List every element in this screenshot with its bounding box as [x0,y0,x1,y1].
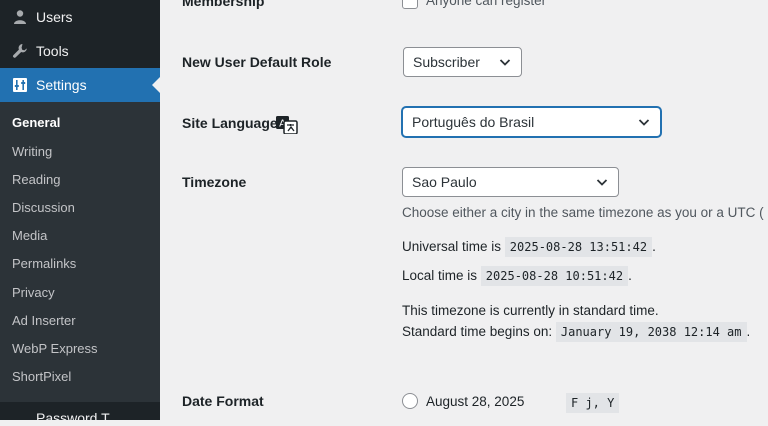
submenu-reading[interactable]: Reading [12,172,60,187]
submenu-webp-express[interactable]: WebP Express [12,341,98,356]
membership-label: Membership [182,0,265,9]
menu-item-tools[interactable]: Tools [0,34,160,68]
local-time-value: 2025-08-28 10:51:42 [480,266,629,286]
settings-submenu: General Writing Reading Discussion Media… [0,102,160,402]
menu-label-tools: Tools [36,43,69,59]
menu-item-settings[interactable]: Settings [0,68,160,102]
standard-time-begins-value: January 19, 2038 12:14 am [555,322,747,342]
menu-label-users: Users [36,9,73,25]
settings-icon [10,75,30,95]
submenu-ad-inserter[interactable]: Ad Inserter [12,313,76,328]
submenu-shortpixel[interactable]: ShortPixel [12,369,71,384]
timezone-value: Sao Paulo [412,174,477,190]
date-format-code: F j, Y [566,393,620,413]
universal-time-label: Universal time is [402,239,502,254]
wrench-icon [10,41,30,61]
submenu-writing[interactable]: Writing [12,144,52,159]
date-format-option: August 28, 2025 [426,394,525,409]
users-icon [10,7,30,27]
default-role-label: New User Default Role [182,54,332,70]
chevron-down-icon [596,179,608,186]
universal-time-value: 2025-08-28 13:51:42 [504,237,653,257]
standard-time-begins-label: Standard time begins on: [402,324,553,339]
submenu-discussion[interactable]: Discussion [12,200,75,215]
chevron-down-icon [638,119,650,126]
standard-time-begins-line: Standard time begins on: January 19, 203… [402,322,750,342]
admin-sidebar: Users Tools Settings General Writing Rea… [0,0,160,426]
standard-time-note: This timezone is currently in standard t… [402,303,659,318]
timezone-description: Choose either a city in the same timezon… [402,205,764,220]
local-time-line: Local time is 2025-08-28 10:51:42. [402,266,632,286]
chevron-down-icon [499,59,511,66]
timezone-select[interactable]: Sao Paulo [402,167,619,197]
anyone-can-register-checkbox[interactable] [402,0,418,9]
default-role-select[interactable]: Subscriber [403,47,522,77]
submenu-media[interactable]: Media [12,228,47,243]
date-format-radio[interactable] [402,393,418,409]
menu-label-settings: Settings [36,77,87,93]
submenu-permalinks[interactable]: Permalinks [12,256,76,271]
local-time-label: Local time is [402,268,478,283]
submenu-general[interactable]: General [12,115,60,130]
default-role-value: Subscriber [413,54,480,70]
site-language-label: Site Language [182,115,278,131]
menu-item-password[interactable]: Password T [36,410,110,426]
anyone-can-register-label: Anyone can register [426,0,547,8]
timezone-label: Timezone [182,174,247,190]
translation-icon: A [276,116,298,139]
menu-item-users[interactable]: Users [0,0,160,34]
site-language-select[interactable]: Português do Brasil [402,107,661,137]
date-format-label: Date Format [182,393,264,409]
universal-time-line: Universal time is 2025-08-28 13:51:42. [402,237,656,257]
site-language-value: Português do Brasil [412,114,535,130]
submenu-privacy[interactable]: Privacy [12,285,55,300]
